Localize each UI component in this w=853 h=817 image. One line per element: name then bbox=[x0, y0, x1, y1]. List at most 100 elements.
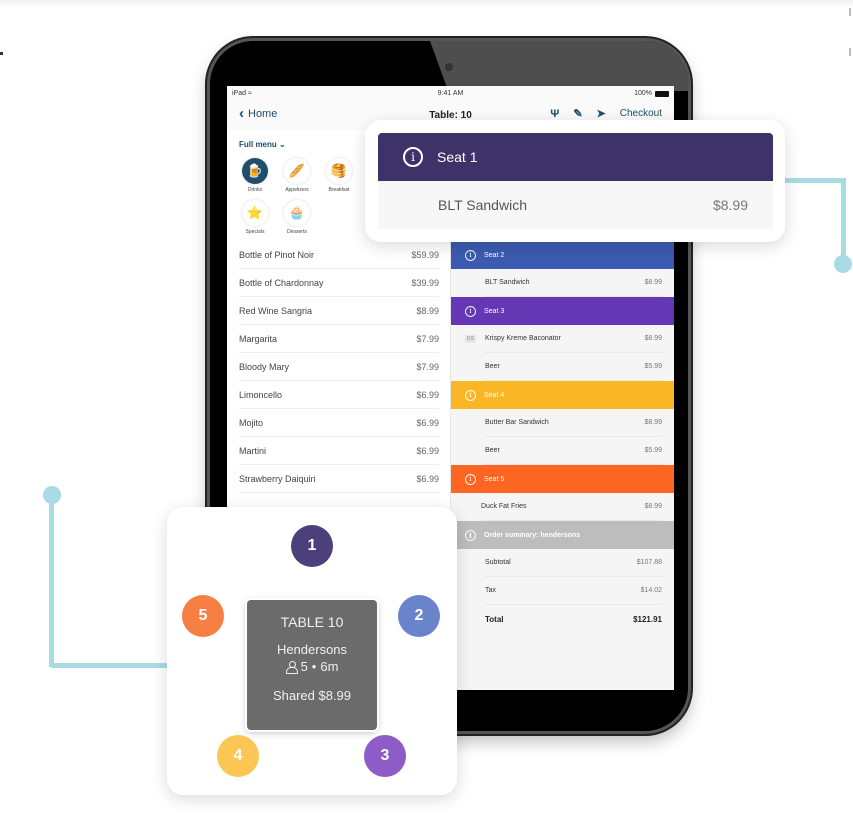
menu-item[interactable]: Bottle of Pinot Noir $59.99 bbox=[239, 241, 439, 269]
summary-label: Order summary: hendersons bbox=[484, 531, 581, 539]
quantity-badge: 0.5 bbox=[465, 334, 476, 343]
item-price: $5.99 bbox=[644, 447, 662, 454]
beer-icon: 🍺 bbox=[242, 158, 268, 184]
seat-4-header[interactable]: i Seat 4 bbox=[451, 381, 674, 409]
menu-item[interactable]: Martini $6.99 bbox=[239, 437, 439, 465]
tablet-glare bbox=[430, 41, 688, 91]
category-drinks[interactable]: 🍺 Drinks bbox=[233, 158, 277, 193]
menu-item[interactable]: Limoncello $6.99 bbox=[239, 381, 439, 409]
order-item[interactable]: BLT Sandwich $8.99 bbox=[378, 181, 773, 229]
menu-item[interactable]: Bottle of Chardonnay $39.99 bbox=[239, 269, 439, 297]
top-edge bbox=[0, 0, 853, 8]
item-name: Krispy Kreme Baconator bbox=[485, 335, 561, 342]
item-name: Beer bbox=[485, 447, 500, 454]
seat-label: Seat 3 bbox=[484, 307, 505, 315]
item-name: Butter Bar Sandwich bbox=[485, 419, 549, 426]
order-item[interactable]: 0.5 Krispy Kreme Baconator $8.99 bbox=[465, 325, 662, 353]
item-name: BLT Sandwich bbox=[485, 279, 530, 286]
category-label: Specials bbox=[245, 229, 265, 235]
menu-item[interactable]: Strawberry Daiquiri $6.99 bbox=[239, 465, 439, 493]
total-value: $121.91 bbox=[633, 614, 662, 624]
separator-dot: • bbox=[311, 659, 317, 674]
order-item[interactable]: Beer $5.99 bbox=[485, 437, 662, 465]
seat-2-button[interactable]: 2 bbox=[398, 595, 440, 637]
battery-icon bbox=[655, 90, 669, 97]
party-info: 5 • 6m bbox=[247, 659, 377, 674]
category-label: Drinks bbox=[247, 187, 263, 193]
category-desserts[interactable]: 🧁 Desserts bbox=[275, 200, 319, 235]
item-price: $8.99 bbox=[644, 503, 662, 510]
total-row: Total $121.91 bbox=[485, 605, 662, 633]
send-icon[interactable]: ➤ bbox=[597, 107, 606, 120]
fork-knife-icon[interactable]: Ψ bbox=[550, 108, 559, 120]
total-label: Total bbox=[485, 614, 504, 624]
item-price: $8.99 bbox=[416, 305, 439, 316]
item-price: $6.99 bbox=[416, 417, 439, 428]
info-icon: i bbox=[465, 249, 476, 261]
connector-right-node bbox=[834, 255, 852, 273]
checkout-button[interactable]: Checkout bbox=[620, 108, 662, 119]
pencil-icon[interactable]: ✎ bbox=[573, 107, 582, 120]
guest-count: 5 bbox=[300, 659, 308, 674]
item-name: Duck Fat Fries bbox=[481, 503, 527, 510]
item-price: $7.99 bbox=[416, 361, 439, 372]
item-price: $8.99 bbox=[644, 335, 662, 342]
info-icon: i bbox=[465, 389, 476, 401]
seat-2-header[interactable]: i Seat 2 bbox=[451, 241, 674, 269]
order-item[interactable]: Beer $5.99 bbox=[485, 353, 662, 381]
category-breakfast[interactable]: 🥞 Breakfast bbox=[317, 158, 361, 193]
item-price: $6.99 bbox=[416, 389, 439, 400]
connector-left-v bbox=[49, 495, 54, 667]
star-icon: ⭐ bbox=[242, 200, 268, 226]
battery-status: 100% bbox=[634, 90, 669, 97]
item-name: BLT Sandwich bbox=[438, 197, 527, 213]
info-icon: i bbox=[465, 473, 476, 485]
item-name: Beer bbox=[485, 363, 500, 370]
menu-item[interactable]: Red Wine Sangria $8.99 bbox=[239, 297, 439, 325]
party-name: Hendersons bbox=[276, 642, 348, 657]
elapsed-time: 6m bbox=[320, 659, 339, 674]
menu-item[interactable]: Bloody Mary $7.99 bbox=[239, 353, 439, 381]
info-icon: i bbox=[465, 305, 476, 317]
category-appetizers[interactable]: 🥖 Appetizers bbox=[275, 158, 319, 193]
seat-1-button[interactable]: 1 bbox=[291, 525, 333, 567]
decor-mark bbox=[849, 48, 851, 56]
info-icon: i bbox=[403, 147, 423, 167]
menu-filter-dropdown[interactable]: Full menu ⌄ bbox=[239, 140, 286, 149]
menu-item[interactable]: Mojito $6.99 bbox=[239, 409, 439, 437]
item-name: Margarita bbox=[239, 333, 278, 344]
seat-label: Seat 4 bbox=[484, 391, 505, 399]
tax-row: Tax $14.02 bbox=[485, 577, 662, 605]
item-name: Bottle of Pinot Noir bbox=[239, 249, 315, 260]
connector-left-h bbox=[49, 663, 169, 668]
table-card[interactable]: TABLE 10 Hendersons 5 • 6m Shared $8.99 bbox=[247, 600, 377, 730]
item-name: Martini bbox=[239, 445, 267, 456]
shared-amount: Shared $8.99 bbox=[272, 688, 352, 703]
item-price: $59.99 bbox=[411, 249, 439, 260]
item-price: $7.99 bbox=[416, 333, 439, 344]
category-specials[interactable]: ⭐ Specials bbox=[233, 200, 277, 235]
item-name: Limoncello bbox=[239, 389, 283, 400]
seat-3-header[interactable]: i Seat 3 bbox=[451, 297, 674, 325]
subtotal-value: $107.88 bbox=[636, 559, 662, 566]
seat-3-button[interactable]: 3 bbox=[364, 735, 406, 777]
order-item[interactable]: BLT Sandwich $8.99 bbox=[485, 269, 662, 297]
status-time: 9:41 AM bbox=[437, 90, 464, 97]
seat-5-header[interactable]: i Seat 5 bbox=[451, 465, 674, 493]
subtotal-label: Subtotal bbox=[485, 559, 511, 566]
order-summary-header[interactable]: i Order summary: hendersons bbox=[451, 521, 674, 549]
battery-percent: 100% bbox=[634, 90, 652, 97]
seat-1-header[interactable]: i Seat 1 bbox=[378, 133, 773, 181]
menu-filter-label: Full menu bbox=[239, 140, 277, 149]
seat-4-button[interactable]: 4 bbox=[217, 735, 259, 777]
status-bar: iPad ≈ 9:41 AM 100% bbox=[227, 86, 674, 100]
connector-left-node bbox=[43, 486, 61, 504]
category-label: Desserts bbox=[287, 229, 307, 235]
menu-item[interactable]: Margarita $7.99 bbox=[239, 325, 439, 353]
nav-actions: Ψ ✎ ➤ Checkout bbox=[550, 107, 662, 121]
connector-right-h bbox=[784, 178, 846, 183]
order-item[interactable]: Butter Bar Sandwich $8.99 bbox=[485, 409, 662, 437]
seat-5-button[interactable]: 5 bbox=[182, 595, 224, 637]
order-item[interactable]: Duck Fat Fries $8.99 bbox=[481, 493, 662, 521]
pancakes-icon: 🥞 bbox=[326, 158, 352, 184]
